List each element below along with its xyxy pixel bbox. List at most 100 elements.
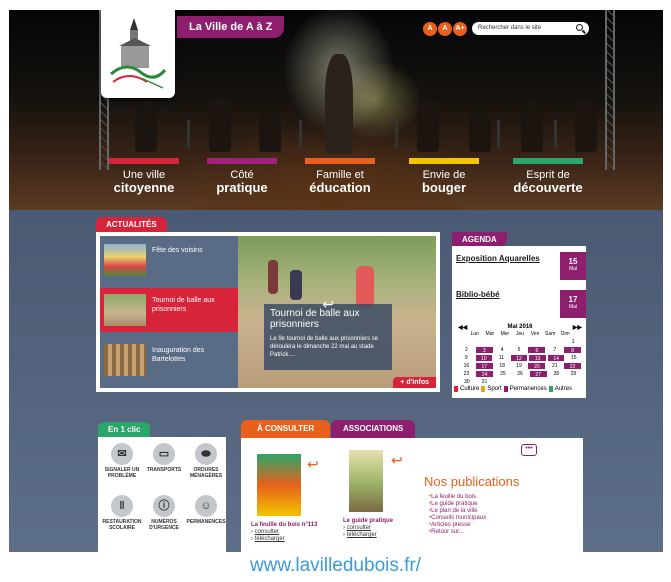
next-month-button[interactable]: ▶▶ (573, 324, 582, 331)
more-info-button[interactable]: + d'infos (393, 377, 436, 388)
nav-education[interactable]: Famille et éducation (305, 158, 375, 194)
news-item-title: Inauguration des Bartelottes (152, 347, 205, 363)
music-stand (554, 120, 557, 148)
calendar-day[interactable]: 29 (565, 370, 582, 378)
calendar-day[interactable]: 4 (494, 346, 511, 354)
calendar-day[interactable]: 17 (475, 363, 493, 370)
calendar-day[interactable]: 12 (510, 355, 528, 362)
calendar-day[interactable]: 16 (458, 362, 475, 370)
calendar-day[interactable]: 25 (494, 370, 511, 378)
calendar-day[interactable]: 8 (564, 347, 582, 354)
consult-link[interactable]: consulter (255, 529, 279, 535)
agenda-event-link[interactable]: Biblio-bébé (456, 290, 500, 299)
publication-link[interactable]: Retour sur... (429, 529, 486, 536)
nav-bouger[interactable]: Envie de bouger (409, 158, 479, 194)
quick-link-label: ORDURES MÉNAGÈRES (189, 467, 223, 479)
consult-link[interactable]: consulter (347, 525, 371, 531)
stage-truss (605, 10, 615, 170)
player-figure (356, 266, 374, 308)
calendar-day[interactable]: 26 (511, 370, 528, 378)
calendar-day[interactable]: 21 (546, 362, 563, 370)
calendar-day[interactable]: 30 (458, 378, 476, 386)
calendar-day[interactable]: 7 (546, 346, 563, 354)
calendar-day[interactable]: 27 (529, 371, 547, 378)
calendar-day[interactable]: 9 (458, 354, 475, 362)
weekday: Sam (545, 331, 556, 337)
calendar-day[interactable]: 13 (529, 355, 546, 362)
musician (135, 102, 157, 152)
search-input[interactable]: Rechercher dans le site (472, 22, 589, 35)
quick-link[interactable]: ǁ RESTAURATION SCOLAIRE (102, 495, 142, 531)
search-icon[interactable] (576, 24, 583, 31)
calendar-day (458, 338, 476, 346)
nav-line2: citoyenne (113, 180, 175, 195)
quick-link[interactable]: ⓘ NUMÉROS D'URGENCE (144, 495, 184, 531)
nav-pratique[interactable]: Côté pratique (207, 158, 277, 194)
calendar-day[interactable]: 19 (511, 362, 528, 370)
guide-pratique-cover[interactable] (349, 450, 383, 512)
legend-sport: Sport (481, 386, 502, 392)
agenda-event-link[interactable]: Exposition Aquarelles (456, 254, 540, 263)
calendar-day (529, 378, 547, 386)
calendar-day (493, 338, 511, 346)
quick-link[interactable]: ▭ TRANSPORTS (144, 443, 184, 473)
calendar-day[interactable]: 23 (458, 370, 475, 378)
quick-link[interactable]: ⬬ ORDURES MÉNAGÈRES (186, 443, 226, 479)
news-tab[interactable]: ACTUALITÉS (96, 217, 167, 232)
feuille-du-bois-cover[interactable] (257, 454, 301, 516)
publication-link[interactable]: Articles presse (429, 522, 486, 529)
calendar-day[interactable]: 18 (494, 362, 511, 370)
chat-icon[interactable]: ••• (521, 444, 537, 456)
news-item[interactable]: Inauguration des Bartelottes (100, 338, 238, 382)
publication-link[interactable]: La feuille du bois (429, 494, 486, 501)
quick-link[interactable]: ☺ PERMANENCES (186, 495, 226, 525)
nav-citoyenne[interactable]: Une ville citoyenne (109, 158, 179, 194)
font-size-normal-button[interactable]: A (438, 22, 452, 36)
news-item-active[interactable]: Tournoi de balle aux prisonniers (100, 288, 238, 332)
nav-decouverte[interactable]: Esprit de découverte (513, 158, 583, 194)
website: La Ville de A à Z A A A+ Rechercher dans… (9, 10, 663, 552)
main-content: ACTUALITÉS Fête des voisins Tournoi de b… (9, 210, 663, 552)
weekday: Ven (530, 331, 540, 337)
calendar-day[interactable]: 20 (528, 363, 546, 370)
music-stand (187, 120, 190, 148)
calendar-day[interactable]: 1 (564, 338, 582, 346)
conductor (325, 54, 353, 154)
font-size-small-button[interactable]: A (423, 22, 437, 36)
calendar-day[interactable]: 2 (458, 346, 475, 354)
tab-a-consulter[interactable]: À CONSULTER (241, 420, 331, 438)
prev-month-button[interactable]: ◀◀ (458, 324, 467, 331)
publication-link[interactable]: Le plan de la ville (429, 508, 486, 515)
featured-news-photo[interactable]: Tournoi de balle aux prisonniers Le 9e t… (238, 236, 436, 388)
download-link[interactable]: télécharger (347, 532, 377, 538)
calendar-day[interactable]: 10 (475, 355, 493, 362)
signaler-probleme-icon: ✉ (111, 443, 133, 465)
calendar-day[interactable]: 11 (493, 354, 510, 362)
publication-link[interactable]: Conseils municipaux (429, 515, 486, 522)
calendar-day[interactable]: 15 (565, 354, 582, 362)
mini-calendar: ◀◀ Mai 2016 ▶▶ Lun Mar Mer Jeu Ven Sam Dim 12345… (458, 324, 582, 386)
calendar-day[interactable]: 28 (548, 370, 565, 378)
calendar-day[interactable]: 31 (476, 378, 494, 386)
calendar-day[interactable]: 3 (475, 347, 493, 354)
publication-link[interactable]: Le guide pratique (429, 501, 486, 508)
musician (417, 100, 439, 152)
site-url: www.lavilledubois.fr/ (249, 555, 422, 576)
font-size-large-button[interactable]: A+ (453, 22, 467, 36)
tab-associations[interactable]: ASSOCIATIONS (331, 420, 416, 438)
calendar-day[interactable]: 22 (564, 363, 582, 370)
quick-link[interactable]: ✉ SIGNALER UN PROBLÈME (102, 443, 142, 479)
agenda-tab[interactable]: AGENDA (452, 232, 507, 247)
calendar-day[interactable]: 6 (528, 347, 546, 354)
player-figure (268, 260, 278, 294)
news-item[interactable]: Fête des voisins (100, 238, 238, 282)
download-link[interactable]: télécharger (255, 536, 285, 542)
city-logo[interactable] (101, 10, 175, 98)
calendar-day[interactable]: 24 (476, 371, 494, 378)
musician (575, 98, 597, 152)
quick-links-tab: En 1 clic (98, 422, 151, 437)
ville-a-z-link[interactable]: La Ville de A à Z (177, 16, 285, 38)
calendar-day[interactable]: 14 (547, 355, 565, 362)
calendar-day[interactable]: 5 (511, 346, 528, 354)
news-panel: Fête des voisins Tournoi de balle aux pr… (96, 232, 440, 392)
